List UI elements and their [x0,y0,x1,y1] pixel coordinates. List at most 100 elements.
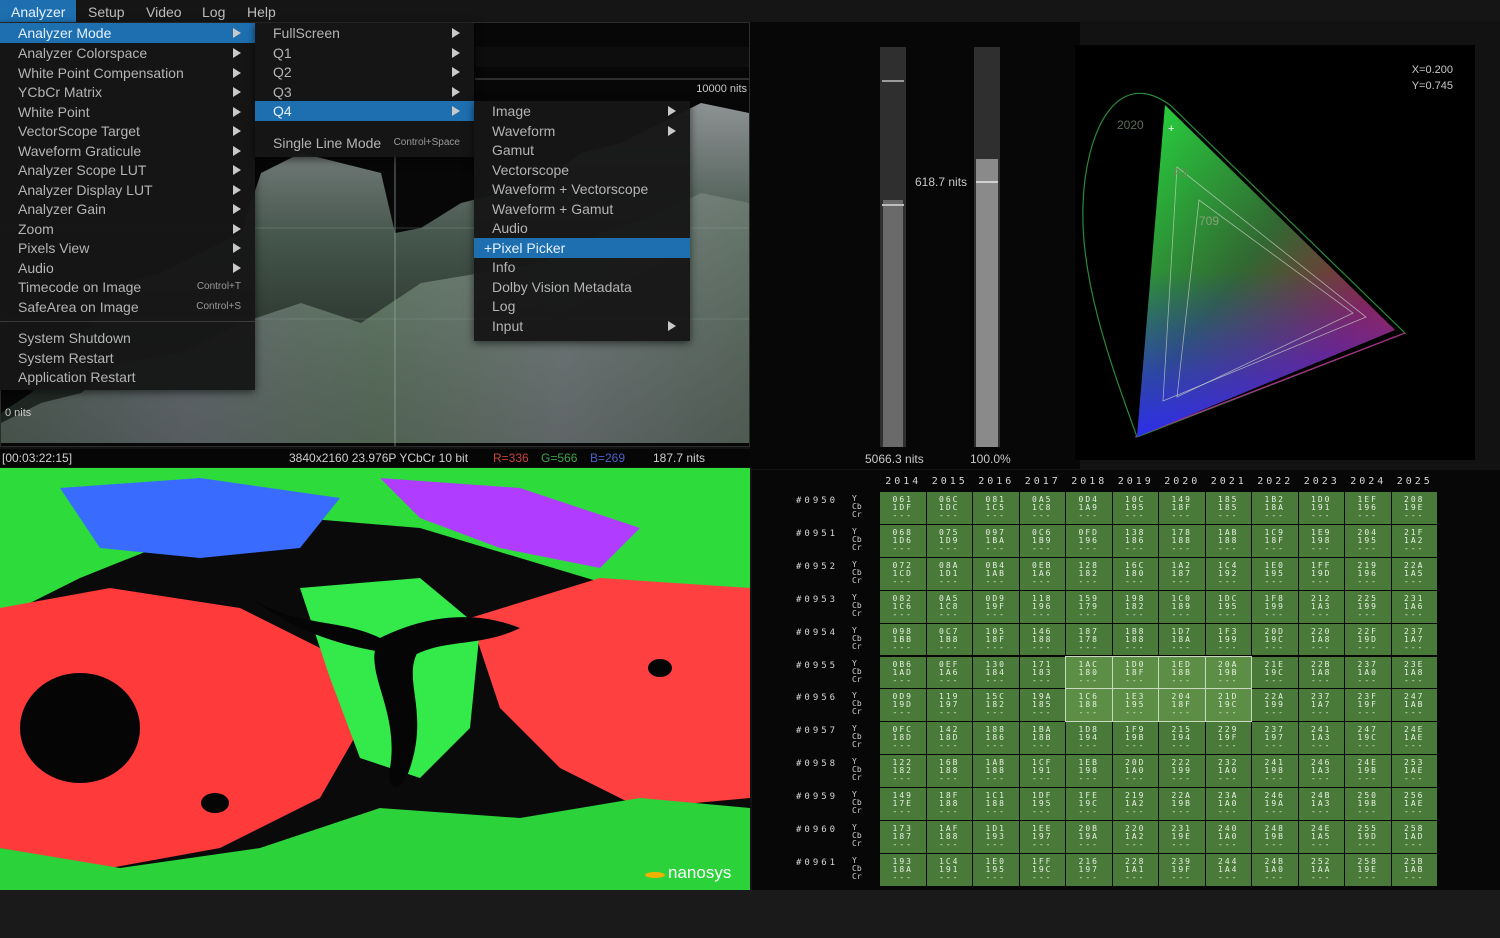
pixel-cell[interactable]: 1D1 193 --- [973,821,1019,853]
pixel-cell[interactable]: 16C 180 --- [1112,557,1158,590]
pixel-cell[interactable]: 173 187 --- [880,821,926,853]
pixel-cell[interactable]: 250 19B --- [1345,788,1391,820]
pixel-cell[interactable]: 23F 19F --- [1345,689,1391,722]
menu-item-analyzer-display-lut[interactable]: Analyzer Display LUT [0,180,255,200]
pixel-cell[interactable]: 1E9 198 --- [1298,524,1344,557]
pixel-cell[interactable]: 0C6 1B9 --- [1019,524,1065,557]
pixel-cell[interactable]: 1C4 191 --- [926,853,972,886]
pixel-cell[interactable]: 105 18F --- [973,623,1019,656]
pixel-cell[interactable]: 1C1 188 --- [973,788,1019,820]
pixel-cell[interactable]: 146 188 --- [1019,623,1065,656]
pixel-cell[interactable]: 252 1AA --- [1298,853,1344,886]
menu-item-pixels-view[interactable]: Pixels View [0,238,255,258]
menu-setup[interactable]: Setup [77,0,136,22]
pixel-cell[interactable]: 239 19F --- [1159,853,1205,886]
pixel-cell[interactable]: 119 197 --- [926,689,972,722]
pixel-cell[interactable]: 0A5 1C8 --- [926,590,972,623]
pixel-cell[interactable]: 1FF 19C --- [1019,853,1065,886]
pixel-cell[interactable]: 219 196 --- [1345,557,1391,590]
pixel-cell[interactable]: 20D 19C --- [1252,623,1298,656]
pixel-cell[interactable]: 256 1AE --- [1391,788,1437,820]
pixel-cell[interactable]: 1AB 188 --- [973,755,1019,788]
pixel-cell[interactable]: 1A2 187 --- [1159,557,1205,590]
pixel-cell[interactable]: 241 1A3 --- [1298,722,1344,755]
pixel-cell[interactable]: 20B 19A --- [1066,821,1112,853]
pixel-cell[interactable]: 1EF 196 --- [1345,492,1391,524]
menu-item-dolby-vision-metadata[interactable]: Dolby Vision Metadata [474,277,690,297]
menu-item-system-shutdown[interactable]: System Shutdown [0,328,255,348]
pixel-cell[interactable]: 1AB 188 --- [1205,524,1251,557]
pixel-cell[interactable]: 240 1A0 --- [1205,821,1251,853]
pixel-cell[interactable]: 220 1A2 --- [1112,821,1158,853]
pixel-cell[interactable]: 24E 1AE --- [1391,722,1437,755]
pixel-cell[interactable]: 204 18F --- [1158,688,1206,723]
pixel-cell[interactable]: 23E 1A8 --- [1391,656,1437,689]
pixel-cell[interactable]: 1D0 18F --- [1111,655,1159,690]
menu-item-q4[interactable]: Q4 [255,101,474,121]
pixel-cell[interactable]: 187 178 --- [1066,623,1112,656]
menu-item-white-point-compensation[interactable]: White Point Compensation [0,63,255,83]
pixel-cell[interactable]: 253 1AE --- [1391,755,1437,788]
pixel-cell[interactable]: 237 1A0 --- [1345,656,1391,689]
menu-item-info[interactable]: Info [474,257,690,277]
pixel-cell[interactable]: 178 188 --- [1159,524,1205,557]
pixel-cell[interactable]: 1DC 195 --- [1205,590,1251,623]
pixel-cell[interactable]: 1AC 180 --- [1065,655,1113,690]
pixel-cell[interactable]: 130 184 --- [973,656,1019,689]
pixel-cell[interactable]: 1FE 19C --- [1066,788,1112,820]
pixel-cell[interactable]: 231 19E --- [1159,821,1205,853]
pixel-cell[interactable]: 1F3 199 --- [1205,623,1251,656]
pixel-cell[interactable]: 21E 19C --- [1252,656,1298,689]
pixel-cell[interactable]: 241 198 --- [1252,755,1298,788]
pixel-cell[interactable]: 24E 19B --- [1345,755,1391,788]
pixel-cell[interactable]: 1D0 191 --- [1298,492,1344,524]
pixel-cell[interactable]: 1B2 18A --- [1252,492,1298,524]
pixel-cell[interactable]: 10C 195 --- [1112,492,1158,524]
pixel-cell[interactable]: 208 19E --- [1391,492,1437,524]
menu-item-application-restart[interactable]: Application Restart [0,367,255,387]
menu-item-gamut[interactable]: Gamut [474,140,690,160]
pixel-cell[interactable]: 15C 182 --- [973,689,1019,722]
pixel-cell[interactable]: 19A 185 --- [1019,689,1065,722]
pixel-cell[interactable]: 16B 188 --- [926,755,972,788]
pixel-cell[interactable]: 08A 1D1 --- [926,557,972,590]
menu-log[interactable]: Log [191,0,236,22]
pixel-cell[interactable]: 1E3 195 --- [1111,688,1159,723]
pixel-cell[interactable]: 1ED 18B --- [1158,655,1206,690]
menu-item-analyzer-mode[interactable]: Analyzer Mode [0,23,255,43]
pixel-cell[interactable]: 22A 199 --- [1252,689,1298,722]
menu-item-analyzer-colorspace[interactable]: Analyzer Colorspace [0,43,255,63]
pixel-cell[interactable]: 22F 19D --- [1345,623,1391,656]
pixel-cell[interactable]: 1F9 19B --- [1112,722,1158,755]
pixel-cell[interactable]: 1C4 192 --- [1205,557,1251,590]
pixel-cell[interactable]: 237 197 --- [1252,722,1298,755]
menu-item-safearea-on-image[interactable]: SafeArea on Image Control+S [0,297,255,317]
menu-item-ycbcr-matrix[interactable]: YCbCr Matrix [0,82,255,102]
pixel-cell[interactable]: 23A 1A0 --- [1205,788,1251,820]
pixel-cell[interactable]: 1FF 19D --- [1298,557,1344,590]
pixel-cell[interactable]: 1CF 191 --- [1019,755,1065,788]
menu-item-q1[interactable]: Q1 [255,43,474,63]
pixel-cell[interactable]: 246 1A3 --- [1298,755,1344,788]
pixel-cell[interactable]: 185 185 --- [1205,492,1251,524]
menu-analyzer[interactable]: Analyzer [0,0,77,22]
pixel-cell[interactable]: 1C0 189 --- [1159,590,1205,623]
menu-item-analyzer-gain[interactable]: Analyzer Gain [0,199,255,219]
pixel-cell[interactable]: 258 19E --- [1345,853,1391,886]
menu-item-timecode-on-image[interactable]: Timecode on Image Control+T [0,277,255,297]
menu-help[interactable]: Help [236,0,287,22]
pixel-cell[interactable]: 149 17E --- [880,788,926,820]
menu-item-waveform-vectorscope[interactable]: Waveform + Vectorscope [474,179,690,199]
menu-item-zoom[interactable]: Zoom [0,219,255,239]
pixel-cell[interactable]: 0A5 1C8 --- [1019,492,1065,524]
pixel-cell[interactable]: 171 183 --- [1019,656,1065,689]
pixel-cell[interactable]: 1EB 198 --- [1066,755,1112,788]
pixel-cell[interactable]: 0B4 1AB --- [973,557,1019,590]
pixel-cell[interactable]: 061 1DF --- [880,492,926,524]
pixel-cell[interactable]: 138 186 --- [1112,524,1158,557]
pixel-cell[interactable]: 068 1D6 --- [880,524,926,557]
pixel-cell[interactable]: 072 1CD --- [880,557,926,590]
pixel-cell[interactable]: 1F8 199 --- [1252,590,1298,623]
pixel-cell[interactable]: 1AF 188 --- [926,821,972,853]
pixel-cell[interactable]: 20D 1A0 --- [1112,755,1158,788]
